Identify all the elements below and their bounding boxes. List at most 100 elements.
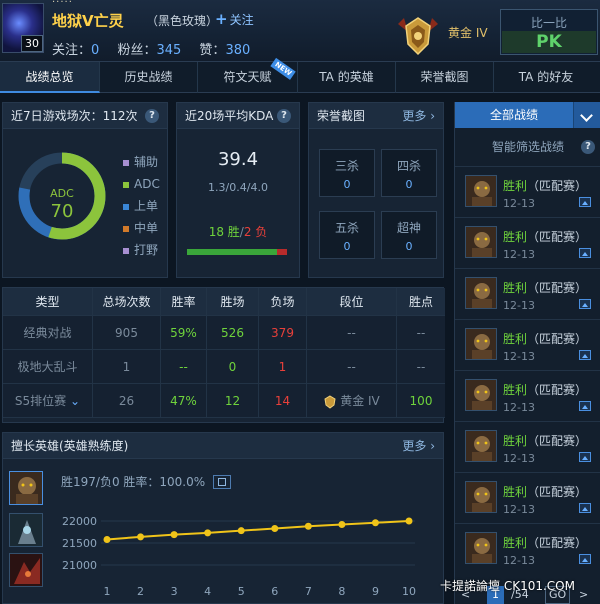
hero-thumb-selected[interactable] <box>9 471 43 505</box>
player-avatar[interactable]: 30 <box>2 3 44 53</box>
honor-quadra-kill[interactable]: 四杀 0 <box>381 149 437 197</box>
tab-overview[interactable]: 战绩总览 <box>0 62 100 93</box>
cell-points: -- <box>416 326 426 340</box>
table-row: 极地大乱斗 1 -- 0 1 -- -- <box>3 350 445 384</box>
all-games-button[interactable]: 全部战绩 <box>455 102 573 128</box>
match-item[interactable]: 胜利（匹配赛） 12-13 <box>455 472 600 522</box>
hero-portrait-icon <box>465 328 497 360</box>
honor-triple-kill[interactable]: 三杀 0 <box>319 149 375 197</box>
honor-penta-kill[interactable]: 五杀 0 <box>319 211 375 259</box>
watermark-text: 卡提諾論壇 CK101.COM <box>440 579 575 593</box>
legend-label: 辅助 <box>134 155 159 169</box>
honor-more-link[interactable]: 更多 › <box>402 103 435 129</box>
chart-x-tick-label: 3 <box>171 585 178 598</box>
chart-series-line <box>106 520 410 541</box>
honor-count: 0 <box>405 178 413 191</box>
hero-portrait-icon <box>465 277 497 309</box>
chart-x-tick-label: 6 <box>271 585 278 598</box>
match-item[interactable]: 胜利（匹配赛） 12-13 <box>455 319 600 369</box>
donut-center-value: 70 <box>50 201 74 222</box>
player-name[interactable]: 地狱V亡灵 <box>52 10 124 31</box>
match-date: 12-13 <box>503 299 535 312</box>
cell-rate: -- <box>161 350 207 383</box>
win-loss-summary: 18 胜/2 负 <box>177 223 299 240</box>
chart-point[interactable] <box>204 529 212 537</box>
screenshot-icon[interactable] <box>579 248 591 258</box>
col-losses: 负场 <box>259 288 307 315</box>
heroes-more-link[interactable]: 更多 › <box>402 433 435 459</box>
player-level-badge: 30 <box>21 35 43 52</box>
honor-legendary[interactable]: 超神 0 <box>381 211 437 259</box>
help-icon[interactable]: ? <box>145 109 159 123</box>
chevron-down-icon[interactable] <box>573 102 600 128</box>
hero-win-stats: 胜197/负0 胜率：100.0% <box>61 473 232 490</box>
match-result-label: 胜利 <box>503 383 528 397</box>
match-date: 12-13 <box>503 248 535 261</box>
screenshot-icon[interactable] <box>579 197 591 207</box>
cell-type[interactable]: S5排位赛 ⌄ <box>3 384 93 417</box>
chart-point[interactable] <box>137 533 145 541</box>
match-item[interactable]: 胜利（匹配赛） 12-13 <box>455 421 600 471</box>
screenshot-icon[interactable] <box>579 350 591 360</box>
screenshot-icon[interactable] <box>579 503 591 513</box>
hero-thumb[interactable] <box>9 513 43 547</box>
chart-point[interactable] <box>371 519 379 527</box>
honor-name: 三杀 <box>334 159 359 173</box>
chart-x-tick-label: 7 <box>305 585 312 598</box>
match-item[interactable]: 胜利（匹配赛） 12-13 <box>455 370 600 420</box>
wins-label: 18 胜 <box>208 225 240 239</box>
match-date: 12-13 <box>503 554 535 567</box>
screenshot-icon[interactable] <box>579 554 591 564</box>
match-item[interactable]: 胜利（匹配赛） 12-13 <box>455 523 600 573</box>
tab-honor[interactable]: 荣誉截图 <box>396 62 494 93</box>
tab-heroes[interactable]: TA 的英雄 <box>298 62 396 93</box>
chart-point[interactable] <box>338 521 346 529</box>
tab-history[interactable]: 历史战绩 <box>100 62 198 93</box>
match-item[interactable]: 胜利（匹配赛） 12-13 <box>455 166 600 216</box>
cell-total: 905 <box>93 316 161 349</box>
tab-friends[interactable]: TA 的好友 <box>494 62 598 93</box>
chart-point[interactable] <box>237 527 245 535</box>
chevron-down-icon[interactable]: ⌄ <box>70 394 80 408</box>
cell-rank: 黄金 IV <box>307 384 397 417</box>
kda-detail: 1.3/0.4/4.0 <box>208 181 268 194</box>
cell-points: -- <box>416 360 426 374</box>
hero-thumb[interactable] <box>9 553 43 587</box>
recent-games-title: 近7日游戏场次：112次 ? <box>3 103 167 129</box>
role-legend: 辅助 ADC 上单 中单 打野 <box>123 151 160 261</box>
legend-item-jungle: 打野 <box>123 239 160 261</box>
match-item[interactable]: 胜利（匹配赛） 12-13 <box>455 268 600 318</box>
pk-label: PK <box>502 31 596 53</box>
follow-button[interactable]: + 关注 <box>215 10 254 28</box>
follows-label: 关注： <box>52 43 92 58</box>
chart-point[interactable] <box>304 522 312 530</box>
fans-label: 粉丝： <box>117 43 157 58</box>
likes-label: 赞： <box>199 43 226 58</box>
chart-point[interactable] <box>271 524 279 532</box>
chart-x-tick-label: 4 <box>204 585 211 598</box>
screenshot-icon[interactable] <box>579 299 591 309</box>
legend-dot <box>123 225 129 232</box>
gold-rank-icon <box>324 394 336 409</box>
gold-rank-medal-icon <box>398 17 438 56</box>
chart-point[interactable] <box>170 531 178 539</box>
screenshot-icon[interactable] <box>579 452 591 462</box>
screenshot-icon[interactable] <box>579 401 591 411</box>
legend-label: 上单 <box>134 199 159 213</box>
help-icon[interactable]: ? <box>581 140 595 154</box>
best-heroes-title-text: 擅长英雄(英雄熟练度) <box>11 439 129 453</box>
help-icon[interactable]: ? <box>277 109 291 123</box>
copy-icon[interactable] <box>213 474 232 489</box>
chart-point[interactable] <box>103 535 111 543</box>
match-result-label: 胜利 <box>503 485 528 499</box>
tab-runes[interactable]: 符文天赋 NEW <box>198 57 298 93</box>
chart-x-tick-label: 1 <box>104 585 111 598</box>
win-bar-fill <box>187 249 277 255</box>
match-item[interactable]: 胜利（匹配赛） 12-13 <box>455 217 600 267</box>
smart-filter-button[interactable]: 智能筛选战绩 ? <box>455 134 600 160</box>
chart-point[interactable] <box>405 517 413 525</box>
cell-rank: -- <box>307 350 397 383</box>
honor-title: 荣誉截图 更多 › <box>309 103 443 129</box>
legend-label: 中单 <box>134 221 159 235</box>
compare-pk-button[interactable]: 比一比 PK <box>500 9 598 55</box>
